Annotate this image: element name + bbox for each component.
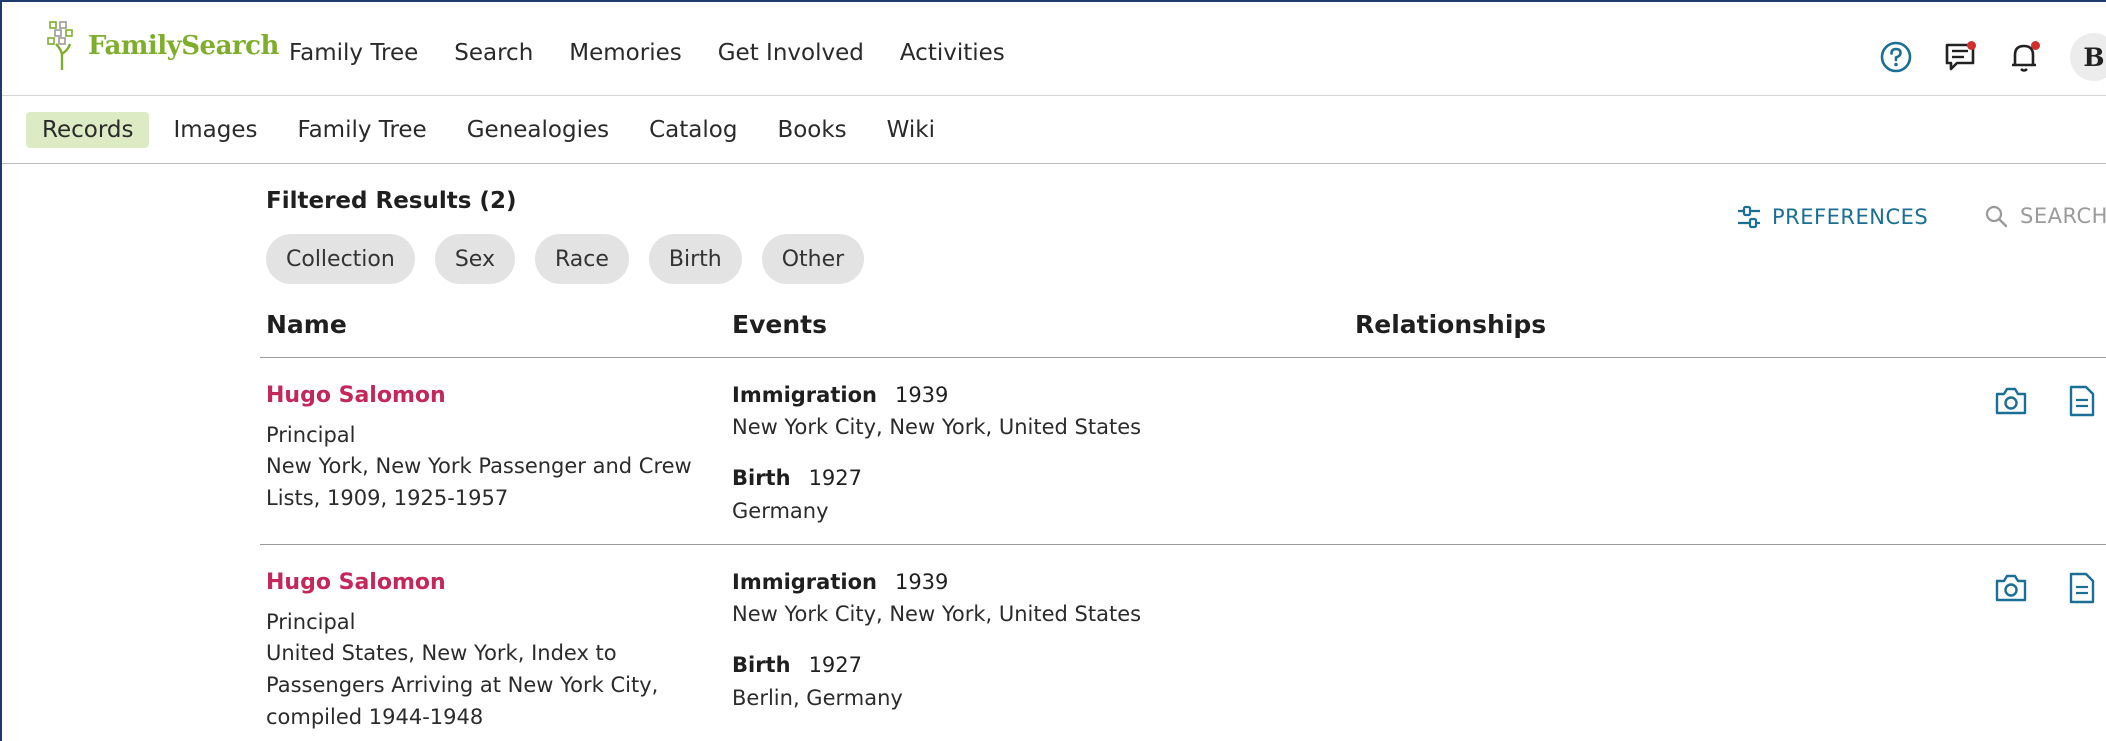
event-place: Germany [732,499,829,523]
table-row[interactable]: Hugo Salomon Principal United States, Ne… [260,545,2106,741]
preferences-icon [1738,205,1760,229]
subnav-images[interactable]: Images [157,112,273,148]
event-place: New York City, New York, United States [732,415,1142,439]
subnav-family-tree[interactable]: Family Tree [281,112,442,148]
event-year: 1927 [808,466,863,490]
record-role: Principal [266,610,356,634]
event-year: 1939 [894,383,949,407]
nav-get-involved[interactable]: Get Involved [718,40,864,66]
document-icon [2069,385,2095,417]
view-image-button[interactable] [1992,382,2030,420]
record-collection: New York, New York Passenger and Crew Li… [266,454,692,510]
event-type: Immigration 1939 [732,570,949,594]
record-role: Principal [266,423,356,447]
filter-chips: Collection Sex Race Birth Other [266,234,884,284]
nav-search[interactable]: Search [454,40,533,66]
nav-activities[interactable]: Activities [900,40,1005,66]
family-tree-logo-icon [47,21,73,70]
event-place: Berlin, Germany [732,686,903,710]
subnav-wiki[interactable]: Wiki [871,112,951,148]
messages-button[interactable] [1938,35,1982,79]
event-year: 1927 [808,653,863,677]
filter-chip-other[interactable]: Other [761,234,865,284]
search-button[interactable]: SEARCH [1984,204,2106,228]
main-nav: Family Tree Search Memories Get Involved… [289,40,1041,66]
view-image-button[interactable] [1992,569,2030,607]
column-header-relationships[interactable]: Relationships [1355,310,1546,339]
column-header-events[interactable]: Events [732,310,827,339]
document-icon [2069,572,2095,604]
filter-chip-race[interactable]: Race [534,234,629,284]
logo-text: FamilySearch [88,31,279,61]
subnav-genealogies[interactable]: Genealogies [451,112,625,148]
messages-badge [1967,41,1976,50]
search-label: SEARCH [2020,204,2106,228]
results-title: Filtered Results (2) [266,188,517,214]
record-name-link[interactable]: Hugo Salomon [266,570,446,595]
table-row[interactable]: Hugo Salomon Principal New York, New Yor… [260,358,2106,545]
help-icon [1880,41,1912,73]
preferences-label: PREFERENCES [1772,205,1929,229]
app-window: FamilySearch Family Tree Search Memories… [0,0,2106,741]
event-place: New York City, New York, United States [732,602,1142,626]
subnav-catalog[interactable]: Catalog [633,112,753,148]
preferences-button[interactable]: PREFERENCES [1736,204,1928,230]
familysearch-logo[interactable]: FamilySearch [46,16,279,76]
event-type: Immigration 1939 [732,383,949,407]
subnav-books[interactable]: Books [761,112,862,148]
camera-icon [1995,387,2027,415]
notifications-button[interactable] [2002,35,2046,79]
help-button[interactable] [1874,35,1918,79]
view-record-button[interactable] [2063,569,2101,607]
event-year: 1939 [894,570,949,594]
record-collection: United States, New York, Index to Passen… [266,641,659,729]
user-avatar[interactable]: B [2070,33,2106,81]
top-header: FamilySearch Family Tree Search Memories… [2,2,2106,96]
filter-chip-collection[interactable]: Collection [266,234,415,284]
filter-chip-sex[interactable]: Sex [434,234,515,284]
search-icon [1985,205,2008,228]
camera-icon [1995,574,2027,602]
filter-chip-birth[interactable]: Birth [648,234,742,284]
nav-family-tree[interactable]: Family Tree [289,40,418,66]
nav-memories[interactable]: Memories [569,40,681,66]
header-actions: B [1854,32,2106,82]
search-subnav: Records Images Family Tree Genealogies C… [2,96,2106,164]
view-record-button[interactable] [2063,382,2101,420]
record-name-link[interactable]: Hugo Salomon [266,383,446,408]
event-type: Birth 1927 [732,466,863,490]
subnav-records[interactable]: Records [26,112,150,148]
notifications-badge [2031,41,2040,50]
event-type: Birth 1927 [732,653,863,677]
column-header-name[interactable]: Name [266,310,347,339]
